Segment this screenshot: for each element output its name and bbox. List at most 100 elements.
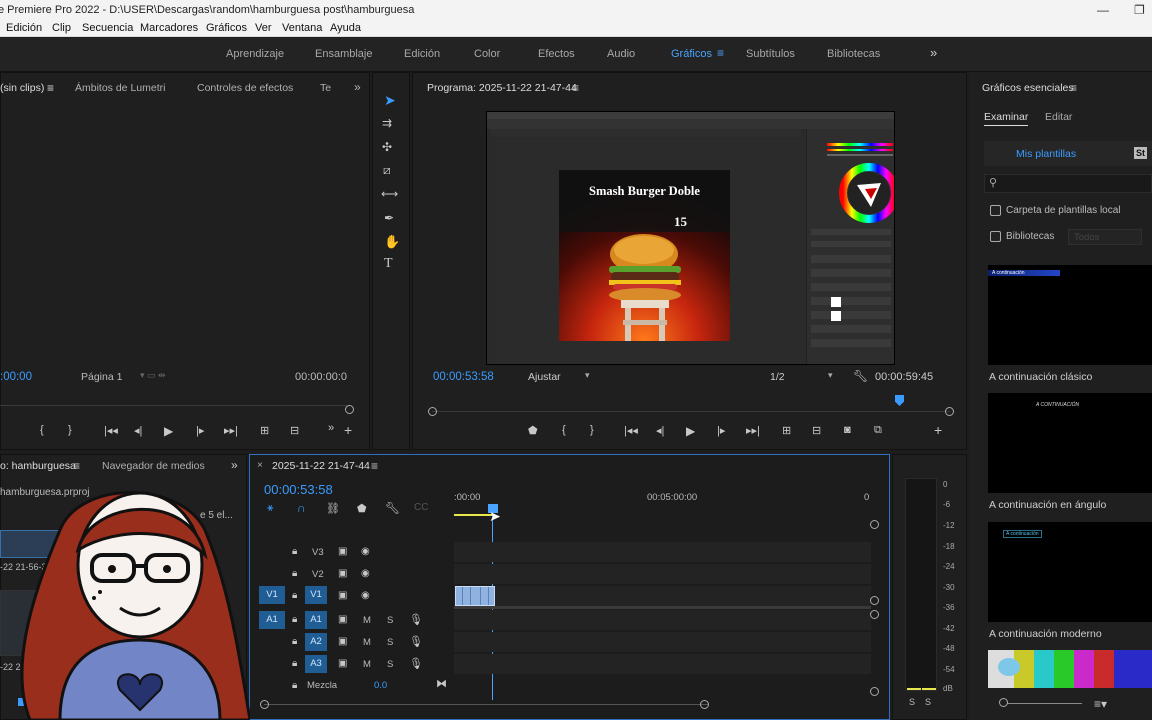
snap-magnet-icon[interactable]: ∩ [297, 501, 306, 515]
template-thumbnail-2[interactable]: A CONTINUACIÓN [988, 393, 1152, 493]
mute-a3[interactable]: M [363, 659, 371, 670]
sequence-menu-icon[interactable]: ≡ [371, 459, 378, 473]
program-ruler-end-handle[interactable] [945, 407, 954, 416]
workspace-subtitulos[interactable]: Subtítulos [746, 48, 795, 60]
menu-ver[interactable]: Ver [255, 20, 272, 37]
source-patch-v1[interactable]: V1 [259, 586, 285, 604]
workspace-edicion[interactable]: Edición [404, 48, 440, 60]
track-v1-label[interactable]: V1 [305, 586, 327, 604]
tab-edit[interactable]: Editar [1045, 111, 1072, 123]
track-v2-lane[interactable] [454, 564, 871, 584]
resolution-select[interactable]: 1/2 [770, 371, 785, 383]
lift-icon[interactable]: ⊞ [782, 424, 791, 437]
list-options-icon[interactable]: ≡▾ [1094, 697, 1107, 711]
track-v1-lane[interactable] [454, 586, 871, 606]
captions-icon[interactable]: CC [414, 502, 428, 513]
selection-tool-icon[interactable]: ➤ [384, 92, 396, 109]
menu-ayuda[interactable]: Ayuda [330, 20, 361, 37]
program-go-to-in-icon[interactable]: |◂◂ [624, 424, 638, 437]
track-a3-label[interactable]: A3 [305, 655, 327, 673]
thumbnail-size-handle[interactable] [999, 698, 1008, 707]
track-a3-lane[interactable] [454, 654, 871, 674]
template-thumbnail-1[interactable]: A continuación [988, 265, 1152, 365]
type-tool-icon[interactable]: T [384, 256, 393, 272]
source-patch-a1[interactable]: A1 [259, 611, 285, 629]
track-a2-label[interactable]: A2 [305, 633, 327, 651]
resolution-chevron-icon[interactable]: ▾ [828, 370, 833, 381]
export-frame-camera-icon[interactable]: ◙ [844, 424, 851, 436]
source-ruler[interactable] [0, 405, 350, 406]
menu-graficos[interactable]: Gráficos [206, 20, 247, 37]
workspace-color[interactable]: Color [474, 48, 500, 60]
timeline-timecode[interactable]: 00:00:53:58 [264, 482, 333, 497]
timeline-settings-wrench-icon[interactable]: 🔧︎ [385, 501, 400, 515]
source-menu-icon[interactable]: ≡ [47, 81, 54, 95]
play-icon[interactable]: ▶ [164, 424, 173, 438]
sync-v3-icon[interactable]: ▣ [338, 546, 347, 557]
program-step-forward-icon[interactable]: |▸ [717, 424, 725, 437]
tab-effect-controls[interactable]: Controles de efectos [197, 82, 293, 94]
program-mark-in-icon[interactable]: { [562, 424, 566, 436]
template-thumbnail-4[interactable] [988, 650, 1152, 688]
lock-v2-icon[interactable]: 🔒︎ [292, 568, 297, 579]
mute-a2[interactable]: M [363, 637, 371, 648]
program-step-back-icon[interactable]: ◂| [656, 424, 664, 437]
fit-select[interactable]: Ajustar [528, 371, 561, 383]
menu-clip[interactable]: Clip [52, 20, 71, 37]
eye-v2-icon[interactable]: ◉ [361, 568, 370, 579]
settings-wrench-icon[interactable]: 🔧︎ [853, 369, 868, 383]
tab-lumetri-scopes[interactable]: Ámbitos de Lumetri [75, 82, 165, 94]
lock-v3-icon[interactable]: 🔒︎ [292, 546, 297, 557]
close-sequence-icon[interactable]: × [257, 460, 263, 471]
solo-a3[interactable]: S [387, 659, 393, 670]
template-thumbnail-3[interactable]: A continuación [988, 522, 1152, 622]
voiceover-a3-icon[interactable]: 🎙︎ [409, 657, 423, 670]
comparison-view-icon[interactable]: ⧉ [874, 424, 882, 437]
timeline-h-scrollbar[interactable] [264, 704, 708, 705]
overwrite-icon[interactable]: ⊟ [290, 424, 299, 437]
a-scroll-bottom-handle[interactable] [870, 687, 879, 696]
workspace-aprendizaje[interactable]: Aprendizaje [226, 48, 284, 60]
source-timecode[interactable]: :00:00 [0, 371, 32, 383]
sequence-tab[interactable]: 2025-11-22 21-47-44 [272, 460, 370, 472]
essential-graphics-menu-icon[interactable]: ≡ [1070, 81, 1077, 95]
template-1-label[interactable]: A continuación clásico [989, 371, 1092, 383]
timeline-ruler[interactable] [454, 504, 872, 518]
a-scroll-top-handle[interactable] [870, 610, 879, 619]
sync-v1-icon[interactable]: ▣ [338, 590, 347, 601]
sync-a1-icon[interactable]: ▣ [338, 614, 347, 625]
template-search-input[interactable] [984, 174, 1152, 193]
timeline-clip-v1[interactable] [455, 586, 495, 606]
sync-a3-icon[interactable]: ▣ [338, 658, 347, 669]
workspace-menu-icon[interactable]: ≡ [717, 46, 724, 60]
menu-marcadores[interactable]: Marcadores [140, 20, 198, 37]
razor-tool-icon[interactable]: ⧄ [383, 163, 391, 178]
program-title[interactable]: Programa: 2025-11-22 21-47-44 [427, 82, 577, 94]
program-go-to-out-icon[interactable]: ▸▸| [746, 424, 760, 437]
track-a1-lane[interactable] [454, 610, 871, 630]
mark-out-icon[interactable]: } [68, 424, 72, 436]
voiceover-a2-icon[interactable]: 🎙︎ [409, 635, 423, 648]
solo-a1[interactable]: S [387, 615, 393, 626]
voiceover-a1-icon[interactable]: 🎙︎ [409, 613, 423, 626]
step-forward-icon[interactable]: |▸ [196, 424, 204, 437]
h-scroll-left-handle[interactable] [260, 700, 269, 709]
source-overflow-icon[interactable]: » [354, 80, 361, 94]
lock-a1-icon[interactable]: 🔒︎ [292, 614, 297, 625]
thumbnail-size-slider[interactable] [1004, 703, 1082, 704]
step-back-icon[interactable]: ◂| [134, 424, 142, 437]
template-2-label[interactable]: A continuación en ángulo [989, 499, 1106, 511]
hand-tool-icon[interactable]: ✋ [384, 234, 400, 250]
track-v3-lane[interactable] [454, 542, 871, 562]
track-a2-lane[interactable] [454, 632, 871, 652]
menu-edicion[interactable]: Edición [6, 20, 42, 37]
track-select-tool-icon[interactable]: ⇉ [382, 116, 392, 130]
minimize-icon[interactable]: — [1097, 0, 1109, 20]
source-page-select[interactable]: Página 1 [81, 371, 122, 383]
slip-tool-icon[interactable]: ⟷ [381, 187, 398, 201]
v-scroll-top-handle[interactable] [870, 520, 879, 529]
work-area-bar[interactable] [454, 514, 494, 516]
mix-value[interactable]: 0.0 [374, 680, 387, 691]
source-scroll-handle[interactable] [345, 405, 354, 414]
menu-secuencia[interactable]: Secuencia [82, 20, 133, 37]
